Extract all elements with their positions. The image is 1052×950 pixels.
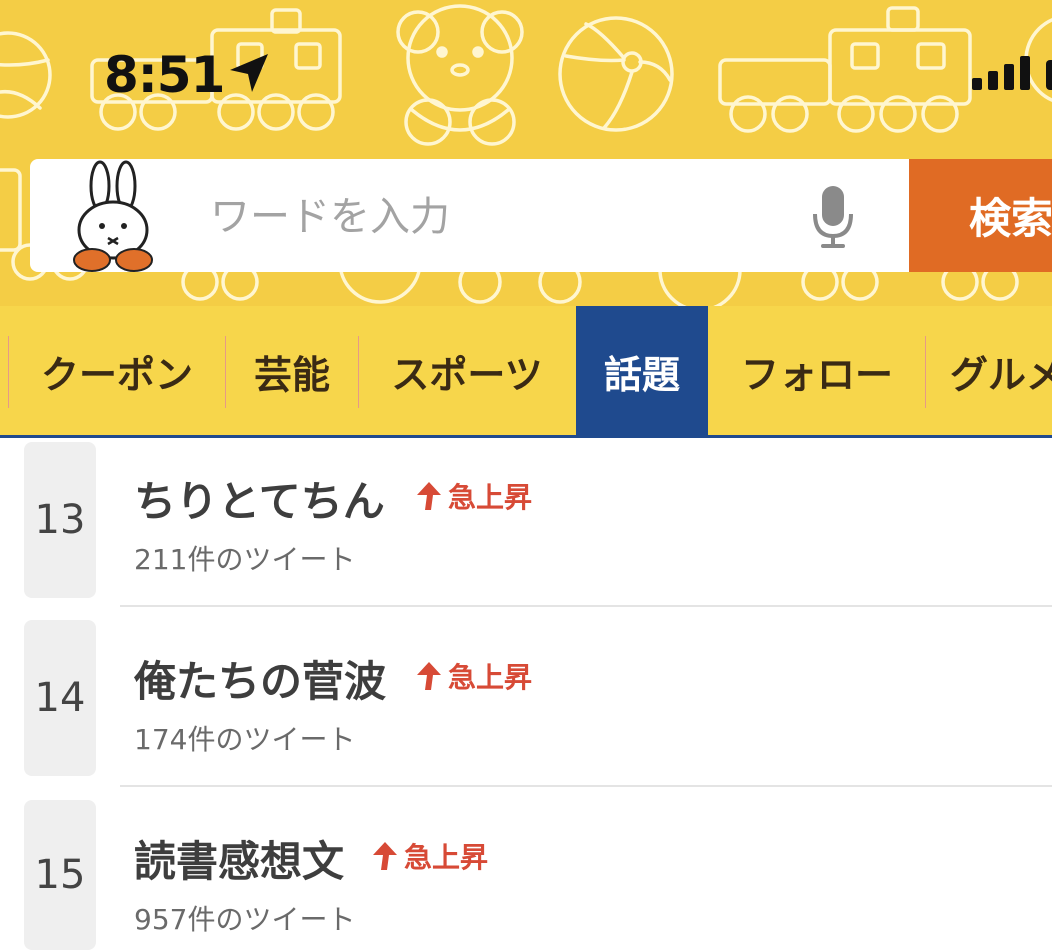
cellular-signal-icon	[972, 56, 1030, 90]
rank-number: 13	[24, 442, 96, 598]
rising-badge: 急上昇	[372, 836, 488, 876]
battery-icon	[1046, 60, 1052, 90]
search-input[interactable]	[208, 188, 792, 246]
rising-badge-label: 急上昇	[448, 481, 533, 514]
up-arrow-icon	[373, 842, 397, 870]
up-arrow-icon	[417, 662, 441, 690]
status-bar-time: 8:51	[104, 46, 225, 104]
tab-sports[interactable]: スポーツ	[359, 306, 575, 436]
up-arrow-icon	[417, 482, 441, 510]
microphone-icon[interactable]	[810, 184, 856, 250]
trend-title[interactable]: 読書感想文	[134, 828, 344, 889]
trend-list-item[interactable]: 14 俺たちの菅波 急上昇 174件のツイート	[0, 618, 1052, 798]
tab-topics[interactable]: 話題	[576, 306, 708, 436]
tweet-count: 957件のツイート	[134, 903, 356, 936]
tab-coupon[interactable]: クーポン	[10, 306, 224, 436]
list-divider	[120, 605, 1052, 607]
trend-title[interactable]: 俺たちの菅波	[134, 648, 386, 709]
location-arrow-icon	[230, 54, 268, 92]
rising-badge-label: 急上昇	[404, 841, 489, 874]
rank-number: 14	[24, 620, 96, 776]
rising-badge: 急上昇	[416, 656, 532, 696]
trend-list-item[interactable]: 13 ちりとてちん 急上昇 211件のツイート	[0, 438, 1052, 618]
tab-divider	[8, 336, 9, 408]
tab-gourmet[interactable]: グルメ	[926, 306, 1052, 436]
rank-number: 15	[24, 800, 96, 950]
tweet-count: 174件のツイート	[134, 723, 356, 756]
trend-title[interactable]: ちりとてちん	[134, 468, 385, 529]
category-tab-bar: クーポン 芸能 スポーツ 話題 フォロー グルメ	[0, 306, 1052, 436]
tweet-count: 211件のツイート	[134, 543, 356, 576]
list-divider	[120, 785, 1052, 787]
rising-badge: 急上昇	[416, 476, 532, 516]
search-button[interactable]: 検索	[909, 159, 1052, 272]
trend-list-item[interactable]: 15 読書感想文 急上昇 957件のツイート	[0, 798, 1052, 950]
rising-badge-label: 急上昇	[448, 661, 533, 694]
rabbit-mascot-icon	[73, 160, 153, 272]
tab-entertainment[interactable]: 芸能	[226, 306, 358, 436]
tab-follow[interactable]: フォロー	[710, 306, 924, 436]
